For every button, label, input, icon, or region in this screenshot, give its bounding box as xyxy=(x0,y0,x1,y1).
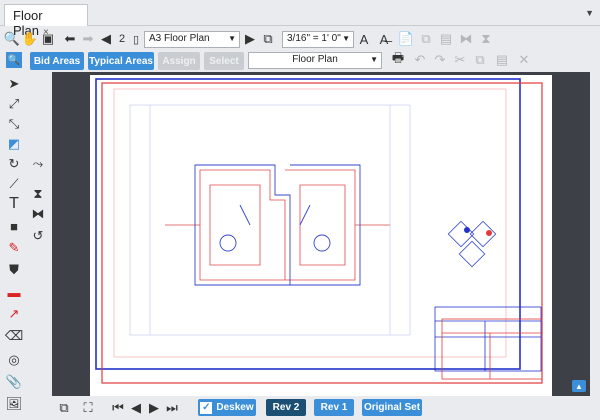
scale-select[interactable]: 3/16" = 1' 0" ▼ xyxy=(282,31,354,48)
flip-vertical-icon[interactable]: ⧗ xyxy=(478,31,494,47)
text-style-icon[interactable]: A̶ xyxy=(376,31,392,47)
tab-bar: Floor Plan × ▼ xyxy=(0,0,600,38)
text-height-icon[interactable]: A xyxy=(356,31,372,47)
scale-select-value: 3/16" = 1' 0" xyxy=(287,33,341,44)
deskew-toggle[interactable]: ✓ Deskew xyxy=(198,399,256,416)
previous-page-icon[interactable]: ◀ xyxy=(128,400,144,416)
sheet-select[interactable]: A3 Floor Plan ▼ xyxy=(144,31,240,48)
select-button[interactable]: Select xyxy=(204,52,244,70)
sync-icon[interactable]: ↻ xyxy=(6,156,22,172)
mirror-horizontal-icon[interactable]: ⧓ xyxy=(30,206,46,222)
first-page-icon[interactable]: ⏮ xyxy=(110,400,126,416)
flip-horizontal-icon[interactable]: ⧓ xyxy=(458,31,474,47)
layer-fill-icon[interactable]: ◩ xyxy=(6,136,22,152)
original-set-button[interactable]: Original Set xyxy=(362,399,422,416)
last-page-icon[interactable]: ⏭ xyxy=(164,400,180,416)
highlight-icon[interactable]: ✎ xyxy=(6,240,22,256)
line-tool-icon[interactable]: ⟋ xyxy=(6,176,22,192)
tab-floor-plan[interactable]: Floor Plan × xyxy=(4,4,88,38)
document-icon[interactable]: 📄 xyxy=(398,31,414,47)
rev2-button[interactable]: Rev 2 xyxy=(266,399,306,416)
typical-areas-button[interactable]: Typical Areas xyxy=(88,52,154,70)
page-icon: ▯ xyxy=(132,33,140,46)
page-copy-icon[interactable]: ⧉ xyxy=(56,400,72,416)
layer-select[interactable]: Floor Plan ▼ xyxy=(248,52,382,69)
shape-icon[interactable]: ▬ xyxy=(6,284,22,300)
bottom-toolbar: ⧉ ⛶ ⏮ ◀ ▶ ⏭ ✓ Deskew Rev 2 Rev 1 Original… xyxy=(52,396,590,420)
redo-icon[interactable]: ↷ xyxy=(432,52,448,68)
back-icon[interactable]: ⬅ xyxy=(62,31,78,47)
erase-icon[interactable]: ⌫ xyxy=(5,328,23,344)
zoom-window-icon[interactable]: ▣ xyxy=(40,31,56,47)
text-tool-icon[interactable]: T xyxy=(6,195,22,212)
copy-pages-icon[interactable]: ⧉ xyxy=(418,31,434,47)
print-icon[interactable]: 🖶 xyxy=(390,50,406,68)
fill-color-icon[interactable]: ■ xyxy=(6,218,22,234)
pan-hand-icon[interactable]: ✋ xyxy=(22,31,38,47)
measure-icon[interactable]: ⤳ xyxy=(30,156,46,172)
circle-tool-icon[interactable]: ◎ xyxy=(6,352,22,368)
assign-button[interactable]: Assign xyxy=(158,52,200,70)
paste-icon[interactable]: ▤ xyxy=(438,31,454,47)
expand-icon[interactable]: ⤢ xyxy=(6,96,22,112)
previous-page-icon[interactable]: ◀ xyxy=(98,31,114,47)
main-toolbar: 🔍 ✋ ▣ ⬅ ➡ ◀ 2 ▯ A3 Floor Plan ▼ ▶ ⧉ 3/16"… xyxy=(0,28,600,50)
paste-icon[interactable]: ▤ xyxy=(494,52,510,68)
search-icon[interactable]: 🔍 xyxy=(4,31,20,47)
chevron-down-icon: ▼ xyxy=(370,55,378,64)
zoom-search-icon[interactable]: 🔍 xyxy=(6,52,22,68)
attach-icon[interactable]: 📎 xyxy=(6,374,22,390)
next-page-icon[interactable]: ▶ xyxy=(146,400,162,416)
rev1-button[interactable]: Rev 1 xyxy=(314,399,354,416)
pointer-icon[interactable]: ➤ xyxy=(6,76,22,92)
delete-icon[interactable]: ✕ xyxy=(516,52,532,68)
collapse-icon[interactable]: ⤡ xyxy=(6,116,22,132)
deskew-label: Deskew xyxy=(216,402,254,413)
rotate-icon[interactable]: ↺ xyxy=(30,228,46,244)
checkbox-icon: ✓ xyxy=(200,401,213,414)
copy-icon[interactable]: ⧉ xyxy=(472,52,488,68)
bid-areas-button[interactable]: Bid Areas xyxy=(30,52,84,70)
layer-select-value: Floor Plan xyxy=(292,54,338,65)
forward-icon[interactable]: ➡ xyxy=(80,31,96,47)
sheet-select-value: A3 Floor Plan xyxy=(149,33,210,44)
arrow-tool-icon[interactable]: ↗ xyxy=(6,306,22,322)
cut-icon[interactable]: ✂ xyxy=(452,52,468,68)
left-toolbar: ➤ ⤢ ⤡ ◩ ↻ ⟋ T ■ ✎ ⛊ ▬ ↗ ⌫ ◎ 📎 🖼 xyxy=(0,72,28,420)
vertical-scrollbar[interactable] xyxy=(590,72,600,396)
secondary-toolbar: 🔍 Bid Areas Typical Areas Assign Select … xyxy=(0,50,600,72)
chevron-down-icon: ▼ xyxy=(228,34,236,43)
mirror-vertical-icon[interactable]: ⧗ xyxy=(30,186,46,202)
next-page-icon[interactable]: ▶ xyxy=(242,31,258,47)
image-icon[interactable]: 🖼 xyxy=(6,396,23,412)
scroll-up-icon[interactable]: ▲ xyxy=(572,380,586,392)
stamp-icon[interactable]: ⛊ xyxy=(6,262,22,278)
floor-plan-sheet[interactable] xyxy=(90,75,552,396)
pages-icon[interactable]: ⧉ xyxy=(260,31,276,47)
chevron-down-icon: ▼ xyxy=(342,34,350,43)
fit-page-icon[interactable]: ⛶ xyxy=(80,400,96,416)
floor-plan-drawing xyxy=(95,78,543,384)
chevron-down-icon[interactable]: ▼ xyxy=(585,8,594,18)
undo-icon[interactable]: ↶ xyxy=(412,52,428,68)
